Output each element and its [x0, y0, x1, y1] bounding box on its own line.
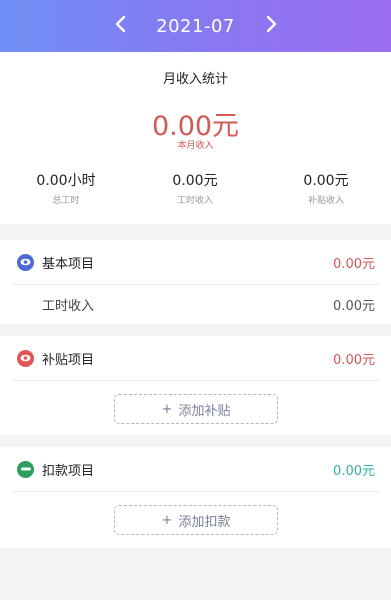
prev-month-button[interactable]: [104, 10, 136, 42]
hour-income-label: 工时收入: [42, 298, 95, 314]
stat-value: 0.00小时: [36, 173, 96, 189]
next-month-button[interactable]: [256, 10, 288, 42]
basic-items-title: 基本项目: [42, 256, 95, 272]
hour-income-row[interactable]: 工时收入 0.00元: [0, 284, 391, 324]
add-deduction-label: 添加扣款: [178, 514, 231, 530]
deduction-items-title: 扣款项目: [42, 463, 95, 479]
current-month: 2021-07: [156, 15, 235, 37]
stat-subsidy-income: 0.00元 补贴收入: [266, 170, 386, 206]
eye-icon: [17, 253, 34, 271]
subsidy-items-amount: 0.00元: [333, 352, 375, 368]
stat-hour-income: 0.00元 工时收入: [135, 170, 255, 206]
stat-label: 补贴收入: [307, 196, 344, 206]
subsidy-items-header[interactable]: 补贴项目 0.00元: [0, 336, 391, 380]
add-deduction-button[interactable]: + 添加扣款: [114, 505, 278, 535]
add-subsidy-label: 添加补贴: [178, 403, 231, 419]
deduction-items-card: 扣款项目 0.00元 + 添加扣款: [0, 447, 391, 548]
subsidy-items-title: 补贴项目: [42, 352, 95, 368]
stat-total-hours: 0.00小时 总工时: [6, 170, 126, 206]
stat-value: 0.00元: [303, 173, 349, 189]
deduction-items-header[interactable]: 扣款项目 0.00元: [0, 447, 391, 491]
plus-icon: +: [161, 401, 173, 417]
chevron-left-icon: [114, 14, 126, 39]
summary-title: 月收入统计: [162, 72, 228, 87]
add-subsidy-button[interactable]: + 添加补贴: [114, 394, 278, 424]
basic-items-header[interactable]: 基本项目 0.00元: [0, 240, 391, 284]
stat-label: 总工时: [52, 196, 80, 206]
basic-items-amount: 0.00元: [333, 256, 375, 272]
hour-income-amount: 0.00元: [333, 298, 375, 314]
chevron-right-icon: [266, 14, 278, 39]
deduction-items-amount: 0.00元: [333, 463, 375, 479]
month-header: 2021-07: [0, 0, 391, 52]
divider: [12, 380, 381, 381]
plus-icon: +: [161, 512, 173, 528]
stat-value: 0.00元: [172, 173, 218, 189]
eye-icon: [17, 349, 34, 367]
monthly-summary: 月收入统计 0.00元 本月收入 0.00小时 总工时 0.00元 工时收入 0…: [0, 52, 391, 224]
minus-icon: [17, 460, 34, 478]
basic-items-card: 基本项目 0.00元 工时收入 0.00元: [0, 240, 391, 324]
subsidy-items-card: 补贴项目 0.00元 + 添加补贴: [0, 336, 391, 435]
total-income-label: 本月收入: [177, 141, 214, 151]
divider: [12, 491, 381, 492]
stat-label: 工时收入: [176, 196, 213, 206]
